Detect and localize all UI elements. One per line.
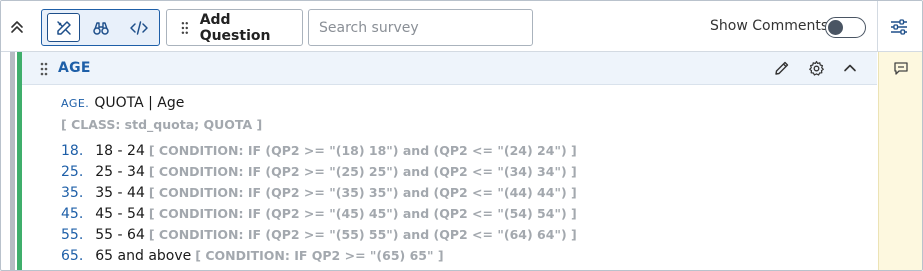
view-mode-group	[41, 9, 160, 46]
option-label: 25 - 34	[95, 164, 145, 180]
option-code: 18.	[61, 143, 84, 159]
comment-icon	[894, 61, 908, 75]
sliders-icon	[891, 19, 907, 35]
search-input[interactable]	[308, 9, 533, 46]
list-item: 55. 55 - 64[ CONDITION: IF (QP2 >= "(55) …	[61, 225, 577, 245]
add-question-button[interactable]: Add Question	[166, 9, 303, 46]
list-item: 18. 18 - 24[ CONDITION: IF (QP2 >= "(18) …	[61, 141, 577, 161]
gear-icon	[808, 60, 824, 76]
drag-handle-icon[interactable]	[40, 62, 48, 76]
double-chevron-up-icon	[11, 21, 23, 33]
code-icon	[129, 20, 148, 35]
option-label: 35 - 44	[95, 185, 145, 201]
option-code: 65.	[61, 248, 84, 264]
toggle-knob	[828, 20, 843, 35]
option-code: 45.	[61, 206, 84, 222]
option-condition: [ CONDITION: IF (QP2 >= "(18) 18") and (…	[148, 143, 577, 158]
class-meta: [ CLASS: std_quota; QUOTA ]	[61, 117, 263, 132]
binoculars-icon	[92, 21, 109, 35]
question-title: AGE	[58, 60, 91, 76]
option-label: 55 - 64	[95, 227, 145, 243]
drag-handle-icon	[181, 21, 189, 34]
group-indicator-bar	[10, 52, 15, 270]
option-condition: [ CONDITION: IF (QP2 >= "(45) 45") and (…	[148, 206, 577, 221]
settings-button[interactable]	[886, 14, 912, 40]
comments-column	[878, 52, 922, 270]
option-label: 45 - 54	[95, 206, 145, 222]
option-code: 35.	[61, 185, 84, 201]
toolbar-divider	[877, 1, 878, 52]
option-condition: [ CONDITION: IF (QP2 >= "(25) 25") and (…	[148, 164, 577, 179]
edit-question-button[interactable]	[771, 57, 793, 79]
preview-mode-button[interactable]	[84, 13, 117, 42]
collapse-question-button[interactable]	[839, 57, 861, 79]
toolbar: Add Question Show Comments	[1, 1, 922, 52]
show-comments-toggle[interactable]	[825, 17, 866, 38]
question-text: QUOTA | Age	[94, 95, 185, 111]
question-settings-button[interactable]	[805, 57, 827, 79]
class-line: [ CLASS: std_quota; QUOTA ]	[61, 115, 262, 135]
option-code: 25.	[61, 164, 84, 180]
question-text-line: AGE. QUOTA | Age	[61, 93, 184, 114]
pencil-icon	[775, 61, 789, 75]
chevron-up-icon	[844, 64, 856, 72]
collapse-all-button[interactable]	[5, 15, 29, 39]
question-header: AGE	[22, 52, 877, 85]
option-condition: [ CONDITION: IF (QP2 >= "(55) 55") and (…	[148, 227, 577, 242]
list-item: 45. 45 - 54[ CONDITION: IF (QP2 >= "(45) …	[61, 204, 577, 224]
list-item: 25. 25 - 34[ CONDITION: IF (QP2 >= "(25) …	[61, 162, 577, 182]
option-label: 18 - 24	[95, 143, 145, 159]
edit-tools-icon	[56, 20, 71, 35]
option-condition: [ CONDITION: IF QP2 >= "(65) 65" ]	[195, 248, 444, 263]
add-question-label: Add Question	[199, 11, 271, 44]
list-item: 65. 65 and above[ CONDITION: IF QP2 >= "(…	[61, 246, 444, 266]
option-label: 65 and above	[95, 248, 192, 264]
option-code: 55.	[61, 227, 84, 243]
question-code: AGE.	[61, 97, 90, 110]
option-condition: [ CONDITION: IF (QP2 >= "(35) 35") and (…	[148, 185, 577, 200]
survey-editor: Add Question Show Comments AGE	[0, 0, 923, 271]
add-comment-button[interactable]	[891, 59, 911, 77]
show-comments-label: Show Comments	[710, 18, 829, 34]
edit-mode-button[interactable]	[47, 13, 80, 42]
list-item: 35. 35 - 44[ CONDITION: IF (QP2 >= "(35) …	[61, 183, 577, 203]
code-mode-button[interactable]	[122, 13, 155, 42]
